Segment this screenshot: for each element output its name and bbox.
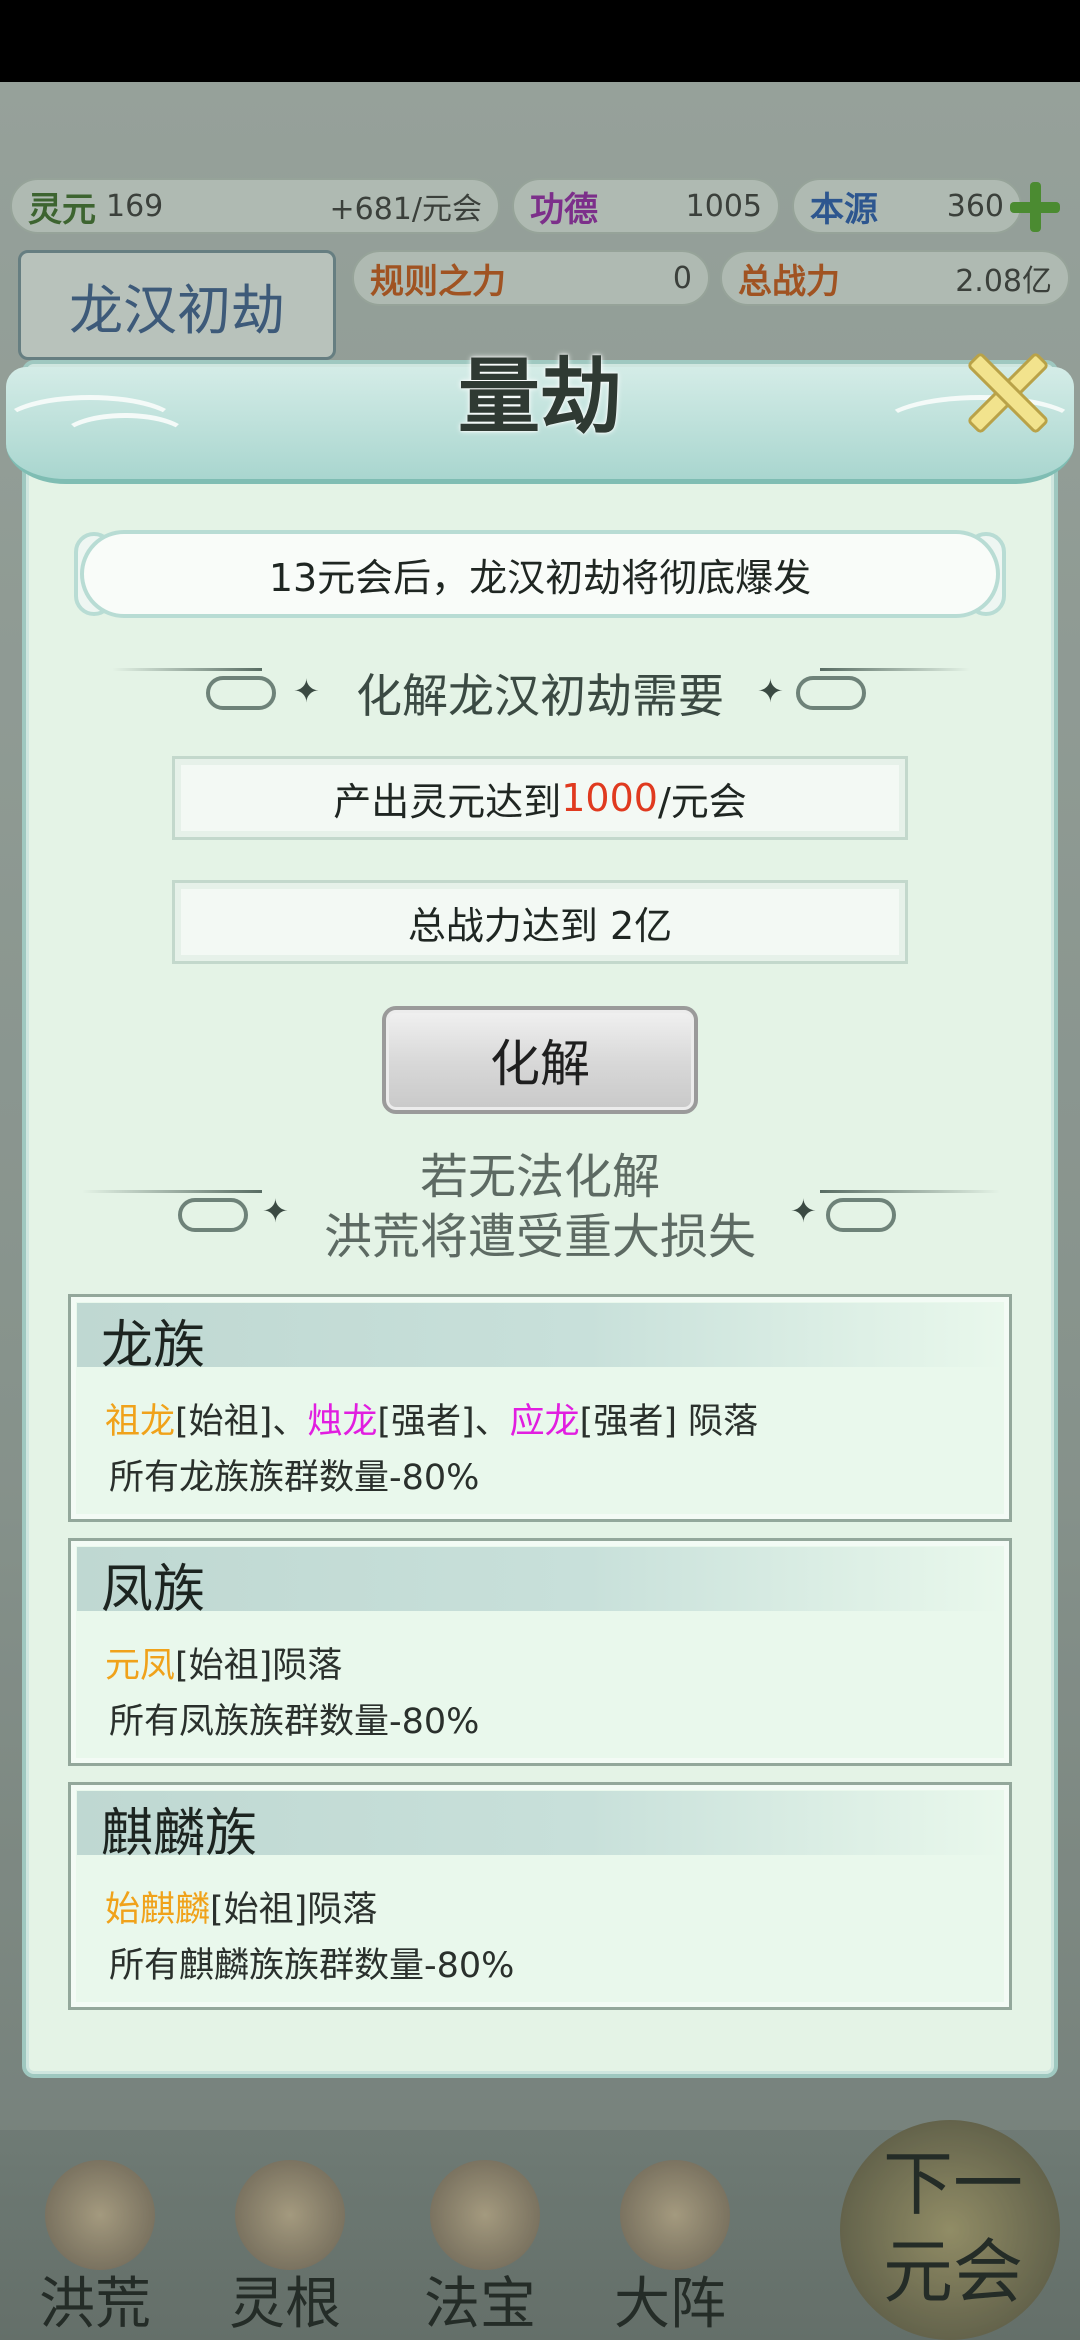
card-header-band	[77, 1303, 1005, 1367]
card-effect: 所有龙族族群数量-80%	[109, 1458, 480, 1498]
fallen-list: 祖龙[始祖]、烛龙[强者]、应龙[强者] 陨落	[105, 1393, 758, 1444]
resolve-button[interactable]: 化解	[382, 1006, 698, 1114]
countdown-banner: 13元会后，龙汉初劫将彻底爆发	[80, 530, 1000, 618]
warning-line1: 若无法化解	[419, 1149, 660, 1205]
fallen-list: 始麒麟[始祖]陨落	[105, 1881, 377, 1932]
fallen-name: 烛龙	[307, 1402, 378, 1442]
card-title: 麒麟族	[101, 1804, 258, 1864]
requirement-power: 总战力达到 2亿	[172, 880, 908, 964]
warning-line2: 洪荒将遭受重大损失	[323, 1209, 756, 1265]
loss-card-phoenix: 凤族 元凤[始祖]陨落 所有凤族族群数量-80%	[68, 1538, 1012, 1766]
sparkle-icon: ✦	[790, 1192, 817, 1230]
card-header-band	[77, 1547, 1005, 1611]
card-effect: 所有凤族族群数量-80%	[109, 1702, 480, 1742]
fallen-name: 祖龙	[105, 1402, 176, 1442]
req1-prefix: 产出灵元达到	[333, 779, 562, 824]
req1-suffix: /元会	[657, 779, 747, 824]
loss-card-dragon: 龙族 祖龙[始祖]、烛龙[强者]、应龙[强者] 陨落 所有龙族族群数量-80%	[68, 1294, 1012, 1522]
fallen-rank: [强者]、	[377, 1402, 510, 1442]
requirement-lingyuan: 产出灵元达到 1000 /元会	[172, 756, 908, 840]
card-title: 龙族	[101, 1316, 206, 1376]
fallen-rank: [始祖]、	[175, 1402, 308, 1442]
cloud-spiral-icon	[826, 1198, 896, 1232]
fallen-name: 始麒麟	[105, 1890, 211, 1930]
fallen-name: 元凤	[105, 1646, 176, 1686]
fallen-name: 应龙	[509, 1402, 580, 1442]
sparkle-icon: ✦	[757, 672, 784, 710]
fallen-list: 元凤[始祖]陨落	[105, 1637, 342, 1688]
fallen-rank: [始祖]陨落	[175, 1646, 343, 1686]
cloud-swirl-icon	[60, 413, 190, 463]
req2-text: 总战力达到 2亿	[407, 903, 673, 948]
req1-value: 1000	[561, 776, 658, 820]
card-effect: 所有麒麟族族群数量-80%	[109, 1946, 515, 1986]
cloud-spiral-icon	[796, 676, 866, 710]
dialog-title: 量劫	[457, 349, 622, 445]
fallen-rank: [始祖]陨落	[210, 1890, 378, 1930]
card-title: 凤族	[101, 1560, 206, 1620]
divider-right	[820, 1190, 1000, 1193]
status-bar	[0, 0, 1080, 82]
loss-card-qilin: 麒麟族 始麒麟[始祖]陨落 所有麒麟族族群数量-80%	[68, 1782, 1012, 2010]
divider-right	[820, 668, 970, 671]
fallen-rank: [强者] 陨落	[579, 1402, 759, 1442]
close-icon[interactable]	[962, 348, 1046, 432]
